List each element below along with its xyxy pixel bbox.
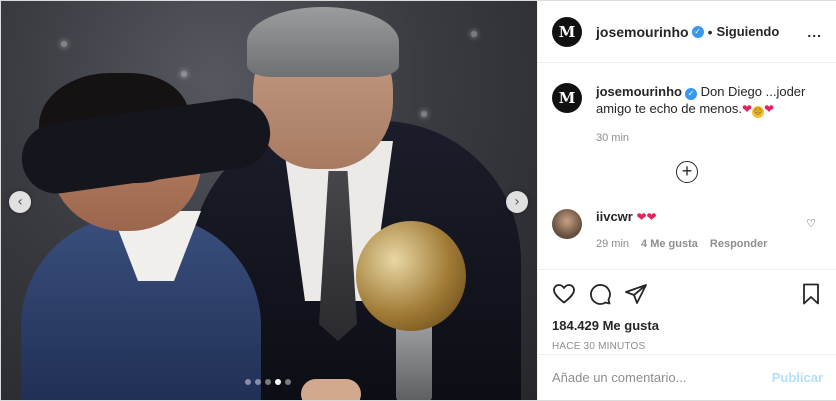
comment-like-heart-icon[interactable]: ♡ [806,217,816,230]
author-username[interactable]: josemourinho [596,24,689,40]
publish-button[interactable]: Publicar [772,370,823,385]
avatar[interactable]: M [552,83,582,113]
red-heart-icon: ❤ [646,210,657,224]
photo-figure [301,379,361,400]
reply-button[interactable]: Responder [710,238,767,250]
verified-badge-icon: ✓ [691,25,704,38]
share-paper-plane-icon[interactable] [624,282,648,306]
bookmark-icon[interactable] [799,282,823,306]
post-side-panel: M josemourinho ✓ • Siguiendo ... M josem… [537,1,836,400]
carousel-dot [285,379,291,385]
more-options-button[interactable]: ... [807,24,822,40]
post-actions: 184.429 Me gusta HACE 30 MINUTOS [538,269,836,352]
post-caption: M josemourinho ✓ Don Diego ...joder amigo… [552,83,822,147]
background-light [181,71,187,77]
avatar[interactable] [552,209,582,239]
carousel-dot [265,379,271,385]
comment: iivcwr ❤❤ 29 min 4 Me gusta Responder ♡ [552,209,822,250]
carousel-next-button[interactable]: › [506,191,528,213]
comment-bubble-icon[interactable] [588,282,612,306]
comment-likes[interactable]: 4 Me gusta [641,238,698,250]
caption-time: 30 min [596,132,630,144]
comment-meta: 29 min 4 Me gusta Responder [596,238,767,250]
like-heart-icon[interactable] [552,282,576,306]
photo-figure [247,7,399,77]
background-light [471,31,477,37]
red-heart-icon: ❤ [764,102,775,116]
verified-badge-icon: ✓ [684,88,697,100]
separator: • [707,23,713,40]
comment-time: 29 min [596,238,630,250]
post-header: M josemourinho ✓ • Siguiendo ... [538,1,836,63]
following-button[interactable]: Siguiendo [716,24,779,39]
carousel-prev-button[interactable]: ‹ [9,191,31,213]
caption-username[interactable]: josemourinho [596,84,682,99]
comment-username[interactable]: iivcwr [596,209,633,224]
load-more-comments-button[interactable]: + [676,161,698,183]
red-heart-icon: ❤ [741,102,753,116]
add-comment-bar: Publicar [538,354,836,400]
red-heart-icon: ❤ [636,210,647,224]
carousel-dot [245,379,251,385]
trophy [356,221,466,331]
sad-face-icon: ☹ [752,106,765,118]
post-media-carousel[interactable]: ‹ › [1,1,537,400]
caption-body: josemourinho ✓ Don Diego ...joder amigo t… [596,83,816,147]
instagram-post: ‹ › M josemourinho ✓ • Siguiendo ... M j… [0,0,836,401]
likes-count[interactable]: 184.429 Me gusta [552,318,823,333]
comment-input[interactable] [552,370,772,385]
action-icons-row [552,280,823,308]
background-light [421,111,427,117]
carousel-dots [245,379,291,385]
comment-body: iivcwr ❤❤ 29 min 4 Me gusta Responder [596,209,767,250]
carousel-dot [275,379,281,385]
posted-time: HACE 30 MINUTOS [552,341,646,352]
background-light [61,41,67,47]
carousel-dot [255,379,261,385]
comments-section: M josemourinho ✓ Don Diego ...joder amigo… [538,63,836,269]
avatar[interactable]: M [552,16,582,47]
